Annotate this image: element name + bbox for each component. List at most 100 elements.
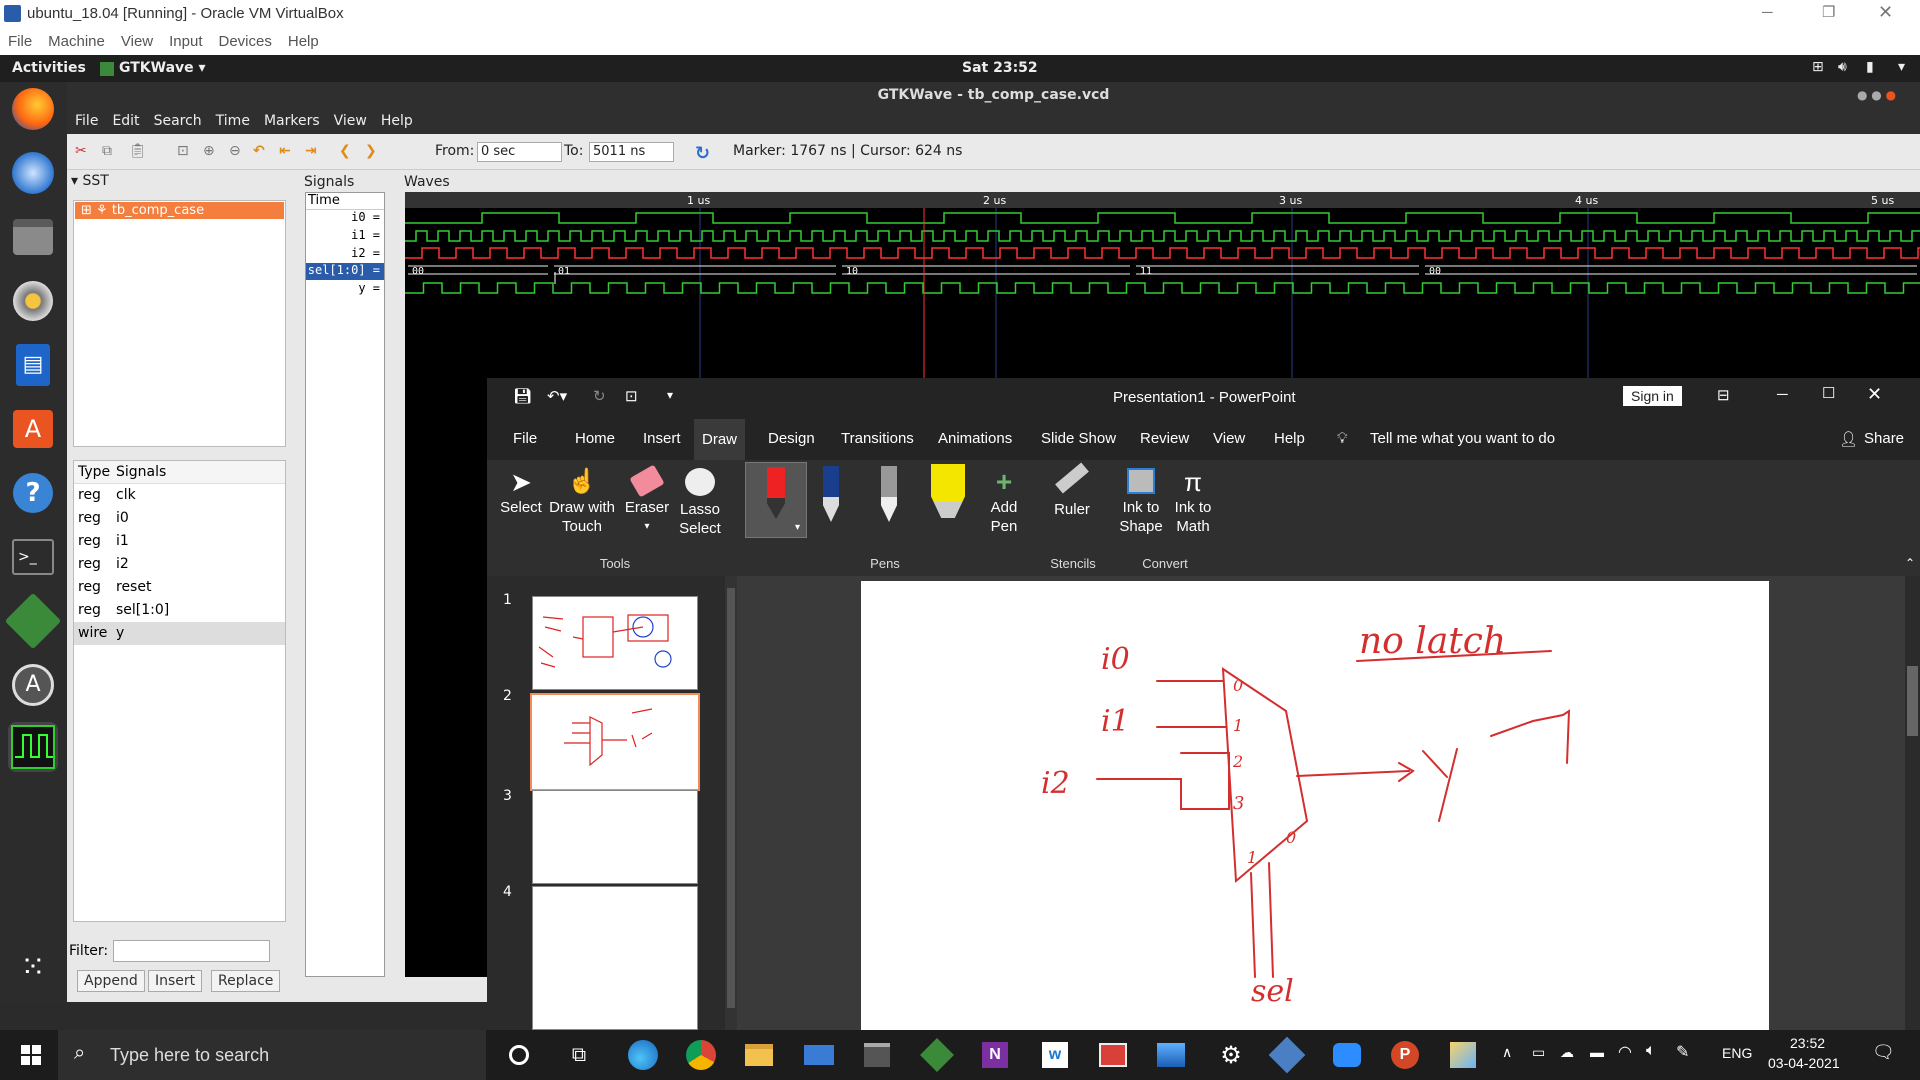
tab-insert[interactable]: Insert xyxy=(643,430,681,447)
pen-dropdown-icon[interactable]: ▾ xyxy=(795,522,800,533)
taskbar-search-box[interactable]: ⌕ Type here to search xyxy=(58,1030,486,1080)
eraser-tool[interactable]: Eraser ▾ xyxy=(622,464,672,536)
pen-gray[interactable] xyxy=(869,466,909,526)
pen-red[interactable]: ▾ xyxy=(745,462,807,538)
sign-in-button[interactable]: Sign in xyxy=(1623,386,1682,406)
zoom-fit-icon[interactable]: ⊡ xyxy=(177,143,195,161)
tab-design[interactable]: Design xyxy=(768,430,815,447)
menu-input[interactable]: Input xyxy=(169,33,202,50)
gtk-menu-time[interactable]: Time xyxy=(216,109,250,134)
chrome-icon[interactable] xyxy=(684,1038,718,1072)
menu-view[interactable]: View xyxy=(121,33,153,50)
vim-taskbar-icon[interactable] xyxy=(920,1038,954,1072)
menu-file[interactable]: File xyxy=(8,33,32,50)
volume-icon[interactable]: 🔊︎ xyxy=(1838,59,1847,75)
eraser-dropdown-icon[interactable]: ▾ xyxy=(622,517,672,536)
table-row[interactable]: reg reset xyxy=(74,576,285,599)
pp-minimize-icon[interactable]: ─ xyxy=(1777,386,1788,403)
video-editor-icon[interactable] xyxy=(1096,1038,1130,1072)
menu-devices[interactable]: Devices xyxy=(219,33,272,50)
gtk-window-controls[interactable]: ● ● ● xyxy=(1857,88,1917,103)
reload-icon[interactable]: ↻ xyxy=(695,143,713,164)
tab-review[interactable]: Review xyxy=(1140,430,1189,447)
rhythmbox-icon[interactable] xyxy=(8,276,58,326)
redo-icon[interactable]: ↻ xyxy=(593,387,606,405)
system-menu-icon[interactable]: ▾ xyxy=(1898,59,1905,75)
signal-y[interactable]: y = xyxy=(358,281,380,295)
table-row[interactable]: reg i2 xyxy=(74,553,285,576)
undo-icon[interactable]: ↶▾ xyxy=(547,387,567,405)
ink-to-shape-button[interactable]: Ink to Shape xyxy=(1111,466,1171,536)
sst-tree[interactable]: ⊞ ⚘ tb_comp_case xyxy=(73,200,286,447)
snipping-tool-icon[interactable] xyxy=(1446,1038,1480,1072)
gtkwave-dock-icon[interactable] xyxy=(8,722,58,772)
photos-icon[interactable] xyxy=(1154,1038,1188,1072)
thumbnail-scrollbar[interactable] xyxy=(725,576,737,1030)
files-icon[interactable] xyxy=(8,212,58,262)
customize-qat-icon[interactable]: ▾ xyxy=(667,388,673,402)
gtk-menu-search[interactable]: Search xyxy=(154,109,202,134)
thunderbird-icon[interactable] xyxy=(8,148,58,198)
to-field[interactable]: 5011 ns xyxy=(589,142,674,162)
table-row[interactable]: reg clk xyxy=(74,484,285,507)
zoom-in-icon[interactable]: ⊕ xyxy=(203,143,221,161)
menu-help[interactable]: Help xyxy=(288,33,319,50)
show-applications-icon[interactable]: ⁙ xyxy=(8,942,58,992)
gtk-menu-edit[interactable]: Edit xyxy=(112,109,139,134)
collapse-ribbon-icon[interactable]: ⌃ xyxy=(1905,556,1915,570)
firefox-icon[interactable] xyxy=(8,84,58,134)
gtk-menu-markers[interactable]: Markers xyxy=(264,109,320,134)
taskbar-time[interactable]: 23:52 xyxy=(1790,1035,1825,1051)
tab-help[interactable]: Help xyxy=(1274,430,1305,447)
mail-icon[interactable] xyxy=(802,1038,836,1072)
activities-button[interactable]: Activities xyxy=(12,60,86,76)
table-row[interactable]: reg sel[1:0] xyxy=(74,599,285,622)
notification-icon[interactable]: 🗨︎ xyxy=(1872,1042,1895,1063)
tab-file[interactable]: File xyxy=(513,430,537,447)
replace-button[interactable]: Replace xyxy=(211,970,281,992)
table-row[interactable]: reg i1 xyxy=(74,530,285,553)
powerpoint-taskbar-icon[interactable]: P xyxy=(1388,1038,1422,1072)
software-updater-icon[interactable]: A xyxy=(8,660,58,710)
writer-icon[interactable]: ▤ xyxy=(8,340,58,390)
windows-start-icon[interactable] xyxy=(14,1038,48,1072)
close-icon[interactable]: ✕ xyxy=(1878,2,1893,23)
software-center-icon[interactable]: A xyxy=(8,404,58,454)
minimize-icon[interactable]: ─ xyxy=(1762,4,1773,21)
tab-view[interactable]: View xyxy=(1213,430,1245,447)
virtualbox-taskbar-icon[interactable] xyxy=(1268,1036,1306,1074)
share-button[interactable]: Share xyxy=(1864,430,1904,447)
taskbar-date[interactable]: 03-04-2021 xyxy=(1768,1055,1840,1071)
edge-icon[interactable] xyxy=(626,1038,660,1072)
tab-home[interactable]: Home xyxy=(575,430,615,447)
battery-tray-icon[interactable]: ▬ xyxy=(1590,1044,1604,1060)
tab-slide-show[interactable]: Slide Show xyxy=(1041,430,1116,447)
store-icon[interactable] xyxy=(860,1038,894,1072)
insert-button[interactable]: Insert xyxy=(148,970,203,992)
find-next-edge-icon[interactable]: ❯ xyxy=(365,143,383,161)
copy-icon[interactable]: ⧉ xyxy=(102,143,120,161)
gtk-menu-file[interactable]: File xyxy=(75,109,98,134)
slide-thumbnail-4[interactable] xyxy=(532,886,698,1030)
slide-thumbnail-3[interactable] xyxy=(532,790,698,884)
tree-item-tb-comp-case[interactable]: ⊞ ⚘ tb_comp_case xyxy=(75,202,284,219)
pp-maximize-icon[interactable]: ☐ xyxy=(1822,384,1835,402)
slide-canvas[interactable]: i0 i1 i2 no latch sel 0 1 2 3 0 1 xyxy=(861,581,1769,1030)
onenote-icon[interactable]: N xyxy=(978,1038,1012,1072)
tell-me-search[interactable]: Tell me what you want to do xyxy=(1370,430,1555,447)
network-icon[interactable]: ⊞ xyxy=(1812,59,1824,75)
pp-close-icon[interactable]: ✕ xyxy=(1867,384,1882,405)
present-icon[interactable]: ⊡ xyxy=(625,387,638,405)
append-button[interactable]: Append xyxy=(77,970,145,992)
zoom-icon[interactable] xyxy=(1330,1038,1364,1072)
gtk-menu-help[interactable]: Help xyxy=(381,109,413,134)
from-field[interactable]: 0 sec xyxy=(477,142,562,162)
signal-i1[interactable]: i1 = xyxy=(351,228,380,242)
tab-animations[interactable]: Animations xyxy=(938,430,1012,447)
signal-sel[interactable]: sel[1:0] = xyxy=(306,263,384,280)
undo-zoom-icon[interactable]: ↶ xyxy=(253,143,271,161)
zoom-end-icon[interactable]: ⇥ xyxy=(305,143,323,161)
select-tool[interactable]: ➤ Select xyxy=(499,466,543,517)
paste-icon[interactable]: 📋︎ xyxy=(129,143,147,161)
signal-i2[interactable]: i2 = xyxy=(351,246,380,260)
